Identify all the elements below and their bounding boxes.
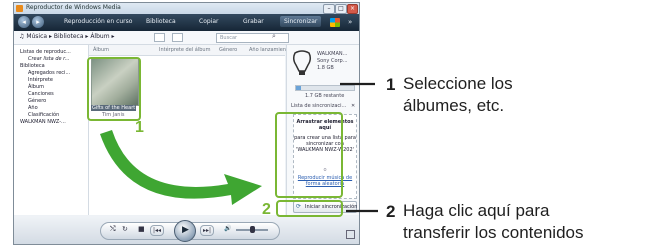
callout-2-number: 2: [386, 202, 396, 221]
callout-1-number: 1: [386, 75, 396, 94]
callout-2-line-2: transferir los contenidos: [403, 223, 584, 242]
sync-area-highlight-box: [275, 112, 343, 198]
step-1-marker: 1: [135, 119, 144, 136]
step-2-marker: 2: [262, 201, 271, 218]
album-highlight-box: [87, 57, 141, 121]
callout-1-line-2: álbumes, etc.: [403, 96, 505, 115]
annotation-overlay: [87, 57, 378, 217]
callout-1-line-1: Seleccione los: [403, 74, 513, 93]
drag-arrow-icon: [100, 130, 262, 205]
callout-2-line-1: Haga clic aquí para: [403, 201, 550, 220]
sync-button-highlight-box: [276, 200, 343, 217]
